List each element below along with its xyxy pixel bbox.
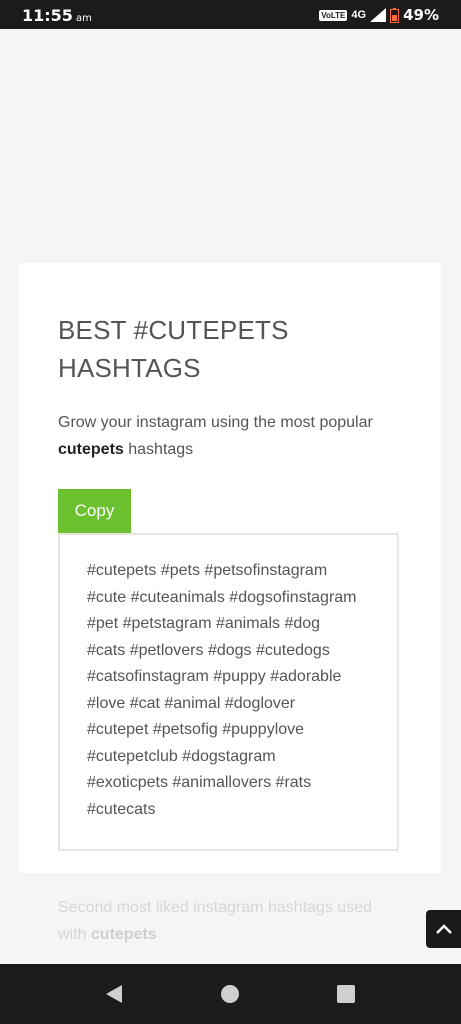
hashtag-line: #catsofinstagram #puppy #adorable <box>87 668 342 685</box>
chevron-up-icon <box>436 924 452 934</box>
title-line-2: HASHTAGS <box>58 353 201 383</box>
title-line-1: BEST #CUTEPETS <box>58 315 289 345</box>
next-section-keyword: cutepets <box>90 926 157 943</box>
status-bar: 11:55 am VoLTE 4G 49% <box>0 0 461 29</box>
page-title: BEST #CUTEPETS HASHTAGS <box>58 311 398 387</box>
hashtag-line: #pet #petstagram #animals #dog <box>87 615 321 632</box>
hashtag-textbox[interactable]: #cutepets #pets #petsofinstagram #cute #… <box>58 533 399 851</box>
scroll-to-top-button[interactable] <box>426 910 461 948</box>
hashtag-line: #cutecats <box>87 801 156 818</box>
hashtag-line: #cutepet #petsofig #puppylove <box>87 721 305 738</box>
next-section-prefix: Second most liked instagram hashtags use… <box>58 899 372 916</box>
status-indicators: VoLTE 4G 49% <box>319 6 439 24</box>
signal-icon <box>370 8 387 22</box>
battery-icon <box>390 7 400 23</box>
recents-square-icon <box>337 985 355 1003</box>
nav-back-button[interactable] <box>102 982 126 1006</box>
nav-recents-button[interactable] <box>334 982 358 1006</box>
hashtag-card: BEST #CUTEPETS HASHTAGS Grow your instag… <box>19 263 441 873</box>
home-circle-icon <box>221 985 239 1003</box>
system-nav-bar <box>0 964 461 1024</box>
status-time: 11:55 am <box>22 6 92 25</box>
clock-time: 11:55 <box>22 6 73 25</box>
clock-ampm: am <box>75 13 92 24</box>
network-type: 4G <box>351 9 367 21</box>
subtitle-suffix: hashtags <box>123 441 194 458</box>
subtitle: Grow your instagram using the most popul… <box>58 409 408 463</box>
copy-button[interactable]: Copy <box>58 489 131 533</box>
hashtag-line: #cutepetclub #dogstagram <box>87 748 276 765</box>
hashtag-line: #cats #petlovers #dogs #cutedogs <box>87 642 330 659</box>
nav-home-button[interactable] <box>218 982 242 1006</box>
hashtag-line: #cutepets #pets #petsofinstagram <box>87 562 328 579</box>
subtitle-prefix: Grow your instagram using the most popul… <box>58 414 373 431</box>
back-triangle-icon <box>106 985 122 1003</box>
next-section-text: Second most liked instagram hashtags use… <box>58 894 408 948</box>
volte-badge: VoLTE <box>319 9 348 21</box>
subtitle-keyword: cutepets <box>58 441 124 458</box>
next-section-prefix-2: with <box>58 926 91 943</box>
hashtag-line: #cute #cuteanimals #dogsofinstagram <box>87 589 357 606</box>
hashtag-line: #love #cat #animal #doglover <box>87 695 296 712</box>
hashtag-line: #exoticpets #animallovers #rats <box>87 774 312 791</box>
battery-percent: 49% <box>403 6 439 24</box>
